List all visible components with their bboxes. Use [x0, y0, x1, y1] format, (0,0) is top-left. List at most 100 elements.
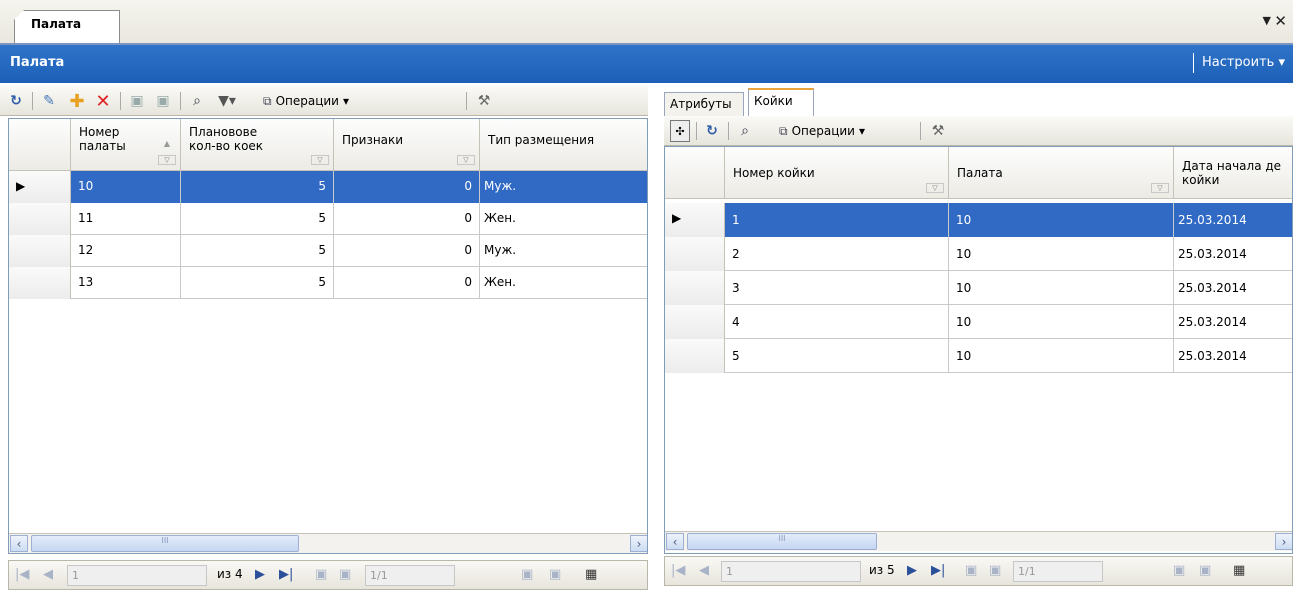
save-icon[interactable]: ▣: [126, 90, 148, 112]
first-page-icon[interactable]: |◀: [671, 563, 685, 578]
cell-bed-number: 3: [725, 271, 949, 305]
find-icon[interactable]: ⌕: [186, 90, 208, 112]
table-row[interactable]: 3 10 25.03.2014: [665, 271, 1292, 305]
select-all-icon[interactable]: ✣: [670, 120, 690, 142]
cell-ward-number: 10: [71, 171, 181, 203]
document-tab-ward[interactable]: Палата: [14, 10, 120, 44]
cell-bed-number: 1: [725, 203, 949, 237]
upload-icon[interactable]: ▣: [315, 567, 327, 582]
import-icon[interactable]: ▣: [1199, 563, 1211, 578]
close-icon[interactable]: ✕: [1274, 12, 1287, 30]
operations-label: Операции: [791, 124, 855, 138]
toolbar-separator: [920, 122, 921, 140]
scroll-right-icon[interactable]: ›: [630, 535, 647, 552]
column-header-label: Номер: [79, 125, 120, 139]
cell-placement-type: Жен.: [484, 275, 516, 289]
filter-dropdown-icon[interactable]: ▽: [1151, 183, 1169, 193]
row-indicator: [9, 267, 71, 299]
download-icon[interactable]: ▣: [989, 563, 1001, 578]
tab-list-dropdown-icon[interactable]: ▼: [1263, 14, 1271, 27]
upload-icon[interactable]: ▣: [965, 563, 977, 578]
column-header-label: Дата начала де: [1182, 159, 1282, 173]
range-input[interactable]: 1/1: [365, 565, 455, 586]
grid-view-icon[interactable]: ▦: [585, 567, 597, 582]
table-row[interactable]: 11 5 0 Жен.: [9, 203, 647, 235]
table-row[interactable]: 12 5 0 Муж.: [9, 235, 647, 267]
column-header-ward-number[interactable]: Номер палаты ▲ ▽: [71, 119, 181, 171]
prev-page-icon[interactable]: ◀: [699, 563, 709, 578]
export-icon[interactable]: ▣: [521, 567, 533, 582]
panel-header: Палата Настроить ▾: [0, 45, 1293, 83]
export-icon[interactable]: ▣: [1173, 563, 1185, 578]
last-page-icon[interactable]: ▶|: [279, 567, 293, 582]
cell-planned-beds: 5: [181, 267, 334, 299]
save-all-icon[interactable]: ▣: [152, 90, 174, 112]
left-toolbar: ↻ ✎ ✚ ✕ ▣ ▣ ⌕ ▼▾ ⧉ Операции ▾ ⚒: [0, 86, 648, 116]
refresh-icon[interactable]: ↻: [6, 90, 26, 112]
find-icon[interactable]: ⌕: [734, 120, 756, 142]
filter-dropdown-icon[interactable]: ▽: [158, 155, 176, 165]
grid-view-icon[interactable]: ▦: [1233, 563, 1245, 578]
column-header-start-date[interactable]: Дата начала де койки: [1174, 147, 1292, 199]
cell-start-date: 25.03.2014: [1178, 247, 1247, 261]
cell-ward-number: 12: [71, 235, 181, 267]
tab-beds[interactable]: Койки: [748, 88, 814, 116]
refresh-icon[interactable]: ↻: [702, 120, 722, 142]
cell-signs: 0: [334, 171, 480, 203]
operations-button[interactable]: ⧉ Операции ▾: [246, 90, 366, 112]
download-icon[interactable]: ▣: [339, 567, 351, 582]
delete-icon[interactable]: ✕: [92, 90, 114, 112]
scrollbar-thumb[interactable]: III: [31, 535, 299, 552]
cell-ward: 10: [949, 203, 1174, 237]
customize-button[interactable]: Настроить ▾: [1192, 53, 1293, 73]
table-row[interactable]: 13 5 0 Жен.: [9, 267, 647, 299]
cell-ward: 10: [949, 339, 1174, 373]
edit-icon[interactable]: ✎: [38, 90, 60, 112]
table-row[interactable]: 4 10 25.03.2014: [665, 305, 1292, 339]
column-header-placement-type[interactable]: Тип размещения: [480, 119, 647, 171]
row-indicator: [9, 235, 71, 267]
column-header-ward[interactable]: Палата ▽: [949, 147, 1174, 199]
page-count-label: из 5: [869, 563, 895, 577]
table-row[interactable]: ▶ 10 5 0 Муж.: [9, 171, 647, 203]
next-page-icon[interactable]: ▶: [907, 563, 917, 578]
settings-tools-icon[interactable]: ⚒: [926, 120, 950, 142]
tab-attributes[interactable]: Атрибуты: [664, 92, 744, 116]
filter-dropdown-icon[interactable]: ▽: [457, 155, 475, 165]
filter-icon[interactable]: ▼▾: [212, 90, 242, 112]
table-row[interactable]: ▶ 1 10 25.03.2014: [665, 203, 1292, 237]
operations-button[interactable]: ⧉ Операции ▾: [762, 120, 882, 142]
ward-grid-header: Номер палаты ▲ ▽ Плановове кол-во коек ▽ Приз…: [9, 119, 647, 171]
page-number-input[interactable]: 1: [721, 561, 861, 582]
cell-signs: 0: [334, 267, 480, 299]
cell-start-date: 25.03.2014: [1178, 281, 1247, 295]
scrollbar-thumb[interactable]: III: [687, 533, 877, 550]
filter-dropdown-icon[interactable]: ▽: [311, 155, 329, 165]
first-page-icon[interactable]: |◀: [15, 567, 29, 582]
scroll-left-icon[interactable]: ‹: [666, 533, 684, 550]
filter-dropdown-icon[interactable]: ▽: [926, 183, 944, 193]
page-number-input[interactable]: 1: [67, 565, 207, 586]
last-page-icon[interactable]: ▶|: [931, 563, 945, 578]
settings-tools-icon[interactable]: ⚒: [472, 90, 496, 112]
horizontal-scrollbar[interactable]: ‹ III ›: [9, 533, 647, 553]
import-icon[interactable]: ▣: [549, 567, 561, 582]
column-header-signs[interactable]: Признаки ▽: [334, 119, 480, 171]
panel-title: Палата: [10, 55, 65, 70]
table-row[interactable]: 2 10 25.03.2014: [665, 237, 1292, 271]
scroll-left-icon[interactable]: ‹: [10, 535, 28, 552]
table-row[interactable]: 5 10 25.03.2014: [665, 339, 1292, 373]
scroll-right-icon[interactable]: ›: [1275, 533, 1292, 550]
horizontal-scrollbar[interactable]: ‹ III ›: [665, 531, 1292, 551]
row-indicator-header: [665, 147, 725, 199]
column-header-bed-number[interactable]: Номер койки ▽: [725, 147, 949, 199]
document-tabstrip: [0, 0, 1293, 44]
cell-planned-beds: 5: [181, 235, 334, 267]
range-input[interactable]: 1/1: [1013, 561, 1103, 582]
prev-page-icon[interactable]: ◀: [43, 567, 53, 582]
next-page-icon[interactable]: ▶: [255, 567, 265, 582]
column-header-planned-beds[interactable]: Плановове кол-во коек ▽: [181, 119, 334, 171]
sort-ascending-icon: ▲: [163, 139, 170, 148]
toolbar-separator: [728, 122, 729, 140]
add-icon[interactable]: ✚: [66, 90, 88, 112]
